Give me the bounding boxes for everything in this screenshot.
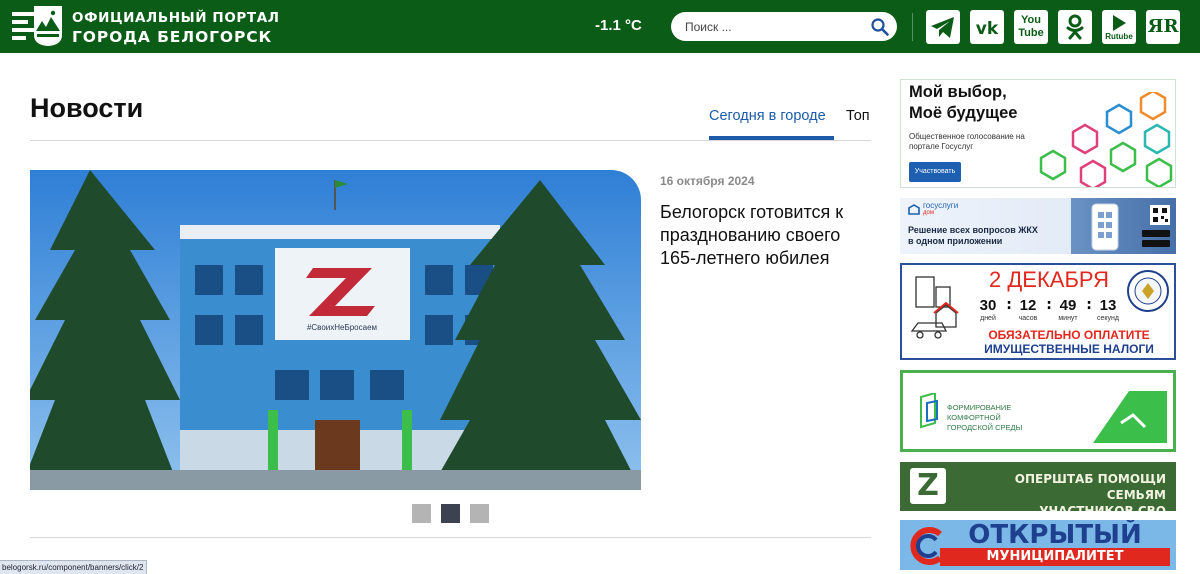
yandex-link[interactable]: ЯR [1146,10,1180,44]
gosuslugi-services-icons [1039,92,1173,187]
countdown-hours: 12 [1019,297,1037,314]
tax-line-1: ОБЯЗАТЕЛЬНО ОПЛАТИТЕ [988,328,1150,342]
banner-my-choice-title-2: Моё будущее [909,104,1018,122]
odnoklassniki-link[interactable] [1058,10,1092,44]
tab-today-in-city[interactable]: Сегодня в городе [709,108,826,124]
gosuslugi-text-2: в одном приложении [908,236,1003,246]
countdown-seconds: 13 [1099,297,1117,314]
tax-line-2: ИМУЩЕСТВЕННЫЕ НАЛОГИ [984,342,1154,356]
countdown-days: 30 [979,297,997,314]
gosuslugi-logo-icon [908,204,920,215]
news-headline-link[interactable]: Белогорск готовится к празднованию своег… [660,201,875,270]
banner-my-choice[interactable]: Мой выбор, Моё будущее Общественное голо… [900,79,1176,188]
comfortable-city-line-2: КОМФОРТНОЙ [947,413,1001,422]
gosuslugi-brand-sub: дом [923,210,934,216]
odnoklassniki-icon [1066,14,1084,40]
countdown-seconds-unit: секунд [1097,315,1119,322]
banner-participate-button[interactable]: Участвовать [909,162,961,182]
tab-top[interactable]: Топ [846,108,870,124]
youtube-link[interactable]: You Tube [1014,10,1048,44]
header-divider [912,13,913,41]
tax-deadline-date: 2 ДЕКАБРЯ [989,267,1109,292]
weather-temperature: -1.1 °C [595,17,642,34]
tax-countdown-timer: 30 дней : 12 часов : 49 минут : 13 секун… [970,297,1140,327]
comfortable-city-logo-icon [920,393,938,429]
gosuslugi-brand: госуслуги [923,201,959,210]
open-municipality-line-1: ОТКРЫТЫЙ [968,520,1142,550]
rutube-link[interactable]: Rutube [1102,10,1136,44]
buildings-car-icon [910,276,959,339]
vk-link[interactable]: vk [970,10,1004,44]
countdown-minutes: 49 [1059,297,1077,314]
vk-icon: vk [976,19,999,39]
national-projects-icon [1093,391,1167,443]
site-logo-text[interactable]: ОФИЦИАЛЬНЫЙ ПОРТАЛ ГОРОДА БЕЛОГОРСК [72,9,280,47]
city-emblem-icon[interactable] [10,5,64,47]
comfortable-city-line-1: ФОРМИРОВАНИЕ [947,403,1012,412]
banner-my-choice-subtitle-2: портале Госуслуг [909,142,974,151]
banner-my-choice-title-1: Мой выбор, [909,83,1007,101]
rutube-label: Rutube [1105,32,1133,41]
banner-my-choice-subtitle-1: Общественное голосование на [909,132,1025,141]
site-header: ОФИЦИАЛЬНЫЙ ПОРТАЛ ГОРОДА БЕЛОГОРСК -1.1… [0,0,1200,53]
news-date: 16 октября 2024 [660,174,755,188]
news-slide-image[interactable]: #СвоихНеБросаем [30,170,641,490]
page-title: Новости [30,93,144,123]
section-divider [30,140,871,141]
search-icon[interactable] [870,17,890,37]
tax-service-emblem-icon [1127,270,1169,312]
gosuslugi-text-1: Решение всех вопросов ЖКХ [908,225,1038,235]
phone-qr-icon [1091,203,1170,251]
administration-building-photo: #СвоихНеБросаем [30,170,641,490]
slide-banner-hashtag: #СвоихНеБросаем [307,323,377,332]
banner-open-municipality[interactable]: ОТКРЫТЫЙ МУНИЦИПАЛИТЕТ [900,520,1176,570]
section-divider-bottom [30,537,871,538]
open-municipality-logo-icon [910,527,942,565]
svg-text:vk: vk [976,19,999,39]
banner-gosuslugi-dom[interactable]: госуслуги дом Решение всех вопросов ЖКХ … [900,198,1176,254]
slider-dot-3[interactable] [470,504,489,523]
logo-line-1: ОФИЦИАЛЬНЫЙ ПОРТАЛ [72,10,280,26]
browser-status-url: belogorsk.ru/component/banners/click/2 [0,560,148,574]
search-box [671,12,897,41]
z-symbol-icon: Z [910,468,946,504]
telegram-link[interactable] [926,10,960,44]
comfortable-city-line-3: ГОРОДСКОЙ СРЕДЫ [947,423,1023,432]
sво-line-1: ОПЕРШТАБ ПОМОЩИ СЕМЬЯМ [1014,472,1166,502]
yandex-icon: ЯR [1147,16,1179,37]
banner-comfortable-city[interactable]: ФОРМИРОВАНИЕ КОМФОРТНОЙ ГОРОДСКОЙ СРЕДЫ [900,370,1176,452]
countdown-days-unit: дней [980,315,996,322]
telegram-icon [931,17,954,38]
open-municipality-line-2: МУНИЦИПАЛИТЕТ [940,548,1170,566]
banner-sво-headquarters[interactable]: Z ОПЕРШТАБ ПОМОЩИ СЕМЬЯМ УЧАСТНИКОВ СВО [900,462,1176,511]
countdown-minutes-unit: минут [1058,315,1078,322]
slider-dot-2[interactable] [441,504,460,523]
logo-line-2: ГОРОДА БЕЛОГОРСК [72,28,273,46]
search-input[interactable] [685,18,855,35]
slider-dot-1[interactable] [412,504,431,523]
sво-line-2: УЧАСТНИКОВ СВО [1039,504,1166,511]
banner-property-tax[interactable]: 2 ДЕКАБРЯ 30 дней : 12 часов : 49 минут … [900,263,1176,360]
countdown-hours-unit: часов [1018,315,1038,322]
